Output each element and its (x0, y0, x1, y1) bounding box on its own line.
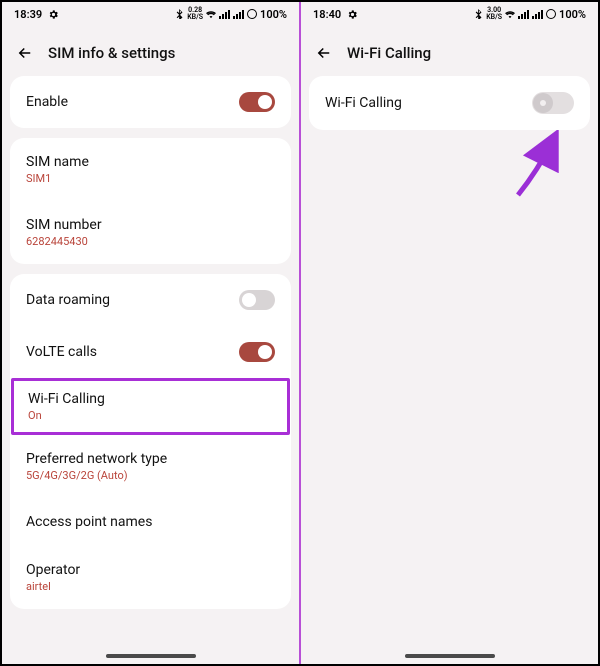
battery-icon (247, 9, 257, 19)
battery-percent: 100% (260, 8, 287, 21)
sim-number-label: SIM number (26, 217, 102, 233)
apn-row[interactable]: Access point names (10, 498, 291, 546)
back-icon[interactable] (315, 44, 333, 62)
net-speed: 0.28 KB/S (187, 7, 203, 21)
enable-toggle[interactable] (239, 92, 275, 112)
operator-label: Operator (26, 562, 80, 578)
preferred-network-label: Preferred network type (26, 451, 167, 467)
wifi-calling-label: Wi-Fi Calling (325, 95, 402, 111)
sim-name-row[interactable]: SIM name SIM1 (10, 138, 291, 201)
volte-label: VoLTE calls (26, 344, 97, 360)
signal-icon-2 (532, 10, 543, 19)
battery-icon (546, 9, 556, 19)
bluetooth-icon (475, 9, 483, 19)
data-roaming-row[interactable]: Data roaming (10, 274, 291, 326)
signal-icon (518, 10, 529, 19)
sim-number-row[interactable]: SIM number 6282445430 (10, 201, 291, 264)
signal-icon-2 (233, 10, 244, 19)
wifi-calling-label: Wi-Fi Calling (28, 391, 105, 407)
wifi-calling-toggle-row[interactable]: Wi-Fi Calling (309, 76, 590, 130)
wifi-icon (206, 10, 216, 19)
sim-number-value: 6282445430 (26, 235, 88, 248)
wifi-calling-value: On (28, 409, 42, 422)
wifi-calling-highlight: Wi-Fi Calling On (11, 378, 290, 435)
status-time: 18:39 (14, 8, 42, 21)
volte-row[interactable]: VoLTE calls (10, 326, 291, 378)
page-header: Wi-Fi Calling (301, 26, 598, 76)
page-header: SIM info & settings (2, 26, 299, 76)
enable-row[interactable]: Enable (10, 76, 291, 128)
sim-name-value: SIM1 (26, 172, 51, 185)
status-time: 18:40 (313, 8, 341, 21)
operator-value: airtel (26, 580, 51, 593)
net-speed: 3.00 KB/S (486, 7, 502, 21)
wifi-icon (505, 10, 515, 19)
nav-handle[interactable] (106, 654, 196, 658)
enable-label: Enable (26, 94, 68, 110)
page-title: SIM info & settings (48, 44, 175, 62)
nav-handle[interactable] (405, 654, 495, 658)
wifi-calling-row[interactable]: Wi-Fi Calling On (14, 381, 287, 432)
battery-percent: 100% (559, 8, 586, 21)
gear-icon (48, 9, 59, 20)
page-title: Wi-Fi Calling (347, 44, 431, 62)
data-roaming-toggle[interactable] (239, 290, 275, 310)
operator-row[interactable]: Operator airtel (10, 546, 291, 609)
sim-name-label: SIM name (26, 154, 89, 170)
wifi-calling-toggle[interactable] (532, 92, 574, 114)
bluetooth-icon (176, 9, 184, 19)
status-bar: 18:39 0.28 KB/S 100% (2, 2, 299, 26)
status-bar: 18:40 3.00 KB/S 100% (301, 2, 598, 26)
signal-icon (219, 10, 230, 19)
data-roaming-label: Data roaming (26, 292, 110, 308)
preferred-network-row[interactable]: Preferred network type 5G/4G/3G/2G (Auto… (10, 435, 291, 498)
apn-label: Access point names (26, 514, 152, 530)
gear-icon (347, 9, 358, 20)
preferred-network-value: 5G/4G/3G/2G (Auto) (26, 469, 128, 482)
volte-toggle[interactable] (239, 342, 275, 362)
back-icon[interactable] (16, 44, 34, 62)
